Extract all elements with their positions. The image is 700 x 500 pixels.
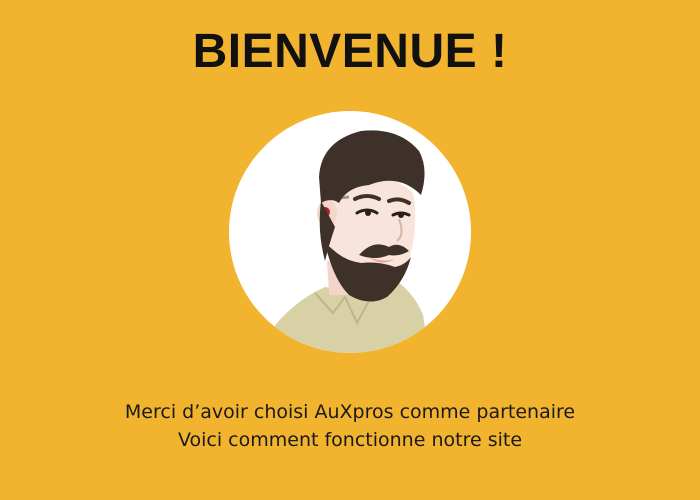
welcome-line-thanks: Merci d’avoir choisi AuXpros comme parte…: [124, 401, 576, 423]
avatar-circle: [229, 111, 471, 353]
avatar-pupil-right: [398, 212, 404, 218]
welcome-line-howto: Voici comment fonctionne notre site: [177, 429, 523, 451]
welcome-title: BIENVENUE !: [192, 25, 508, 78]
avatar-pupil-left: [365, 210, 371, 216]
bearded-man-avatar-icon: [259, 130, 429, 353]
welcome-screen: BIENVENUE ! Merci d’avoir choisi AuXpros…: [0, 0, 700, 500]
welcome-message: Merci d’avoir choisi AuXpros comme parte…: [0, 398, 700, 454]
